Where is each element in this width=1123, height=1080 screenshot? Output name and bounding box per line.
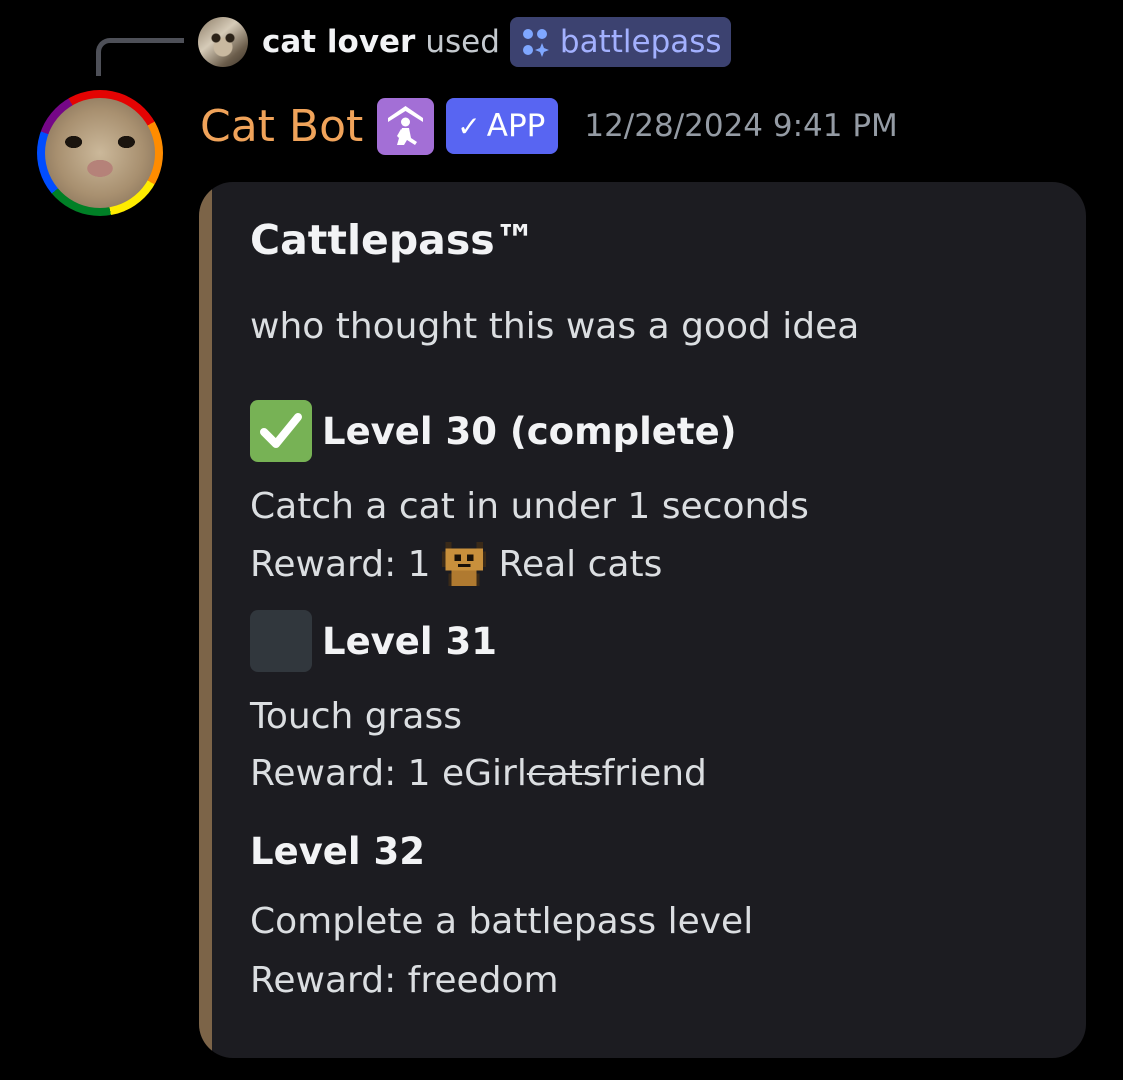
- level-reward: Reward: 1 eGirl cats friend: [250, 750, 707, 796]
- level-task: Catch a cat in under 1 seconds: [250, 485, 809, 527]
- reply-spine: [96, 38, 184, 76]
- reward-text-end: friend: [601, 752, 707, 794]
- check-mark-button-icon: [250, 400, 312, 462]
- struck-through-text: cats: [526, 752, 602, 794]
- reply-username[interactable]: cat lover: [262, 24, 415, 60]
- command-chip[interactable]: battlepass: [509, 17, 731, 67]
- reward-item: Real cats: [498, 543, 663, 585]
- empty-square-icon: [250, 610, 312, 672]
- embed-card: Cattlepass™ who thought this was a good …: [199, 182, 1086, 1058]
- app-tag: ✓ APP: [446, 98, 559, 154]
- command-name: battlepass: [559, 24, 722, 60]
- app-tag-label: APP: [486, 108, 546, 144]
- command-used-line[interactable]: cat lover used battlepass: [198, 14, 731, 70]
- message-header: Cat Bot ✓ APP 12/28/2024 9:41 PM: [200, 94, 898, 158]
- level-31-heading: Level 31: [250, 610, 497, 672]
- real-cat-emoji-icon: [441, 542, 486, 586]
- reward-text-start: eGirl: [442, 752, 527, 794]
- level-30-heading: Level 30 (complete): [250, 400, 737, 462]
- embed-accent-bar: [199, 182, 212, 1058]
- level-reward: Reward: 1 Real cats: [250, 541, 662, 587]
- verified-check-icon: ✓: [457, 109, 481, 143]
- message-timestamp[interactable]: 12/28/2024 9:41 PM: [584, 108, 897, 144]
- cat-face-picture: [45, 98, 155, 208]
- level-title: Level 30 (complete): [322, 409, 737, 453]
- praying-person-role-icon: [377, 97, 435, 155]
- embed-description: who thought this was a good idea: [250, 306, 860, 347]
- embed-title: Cattlepass™: [250, 216, 536, 264]
- level-title: Level 32: [250, 829, 425, 873]
- level-reward: Reward: freedom: [250, 959, 559, 1001]
- level-task: Touch grass: [250, 695, 462, 737]
- reward-prefix: Reward: 1: [250, 752, 431, 794]
- reply-used-text: used: [425, 24, 500, 60]
- level-32-heading: Level 32: [250, 820, 425, 882]
- level-title: Level 31: [322, 619, 497, 663]
- level-task: Complete a battlepass level: [250, 900, 754, 942]
- reward-prefix: Reward: 1: [250, 543, 431, 585]
- bot-name[interactable]: Cat Bot: [200, 101, 363, 152]
- user-avatar[interactable]: [198, 17, 248, 67]
- app-command-icon: [522, 29, 549, 57]
- bot-avatar[interactable]: [37, 90, 163, 216]
